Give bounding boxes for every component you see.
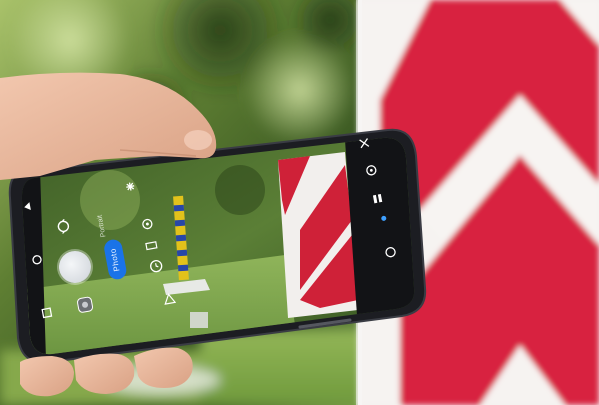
right-toolbar-indicator (379, 213, 388, 222)
mode-switch-photo[interactable]: Photo (102, 238, 128, 281)
timer-icon[interactable] (147, 257, 166, 276)
shutter-button[interactable] (56, 248, 94, 286)
mode-label-other[interactable]: Portrait (94, 212, 111, 240)
motion-icon[interactable] (144, 239, 160, 251)
switch-camera-icon[interactable] (54, 217, 73, 236)
nav-recents-icon[interactable] (40, 306, 54, 320)
right-toolbar-icon-1[interactable] (363, 162, 379, 178)
right-toolbar-icon-2[interactable] (371, 192, 385, 206)
ratio-icon[interactable] (161, 291, 177, 307)
nav-back-icon[interactable] (20, 200, 34, 214)
nav-home-icon[interactable] (30, 253, 44, 267)
flash-icon[interactable] (122, 178, 138, 194)
photo-scene: Portrait Photo (0, 0, 599, 405)
lens-icon[interactable] (139, 216, 155, 232)
gallery-thumbnail-icon[interactable] (75, 294, 96, 315)
right-toolbar-icon-3[interactable] (382, 244, 398, 260)
settings-icon[interactable] (356, 135, 372, 151)
